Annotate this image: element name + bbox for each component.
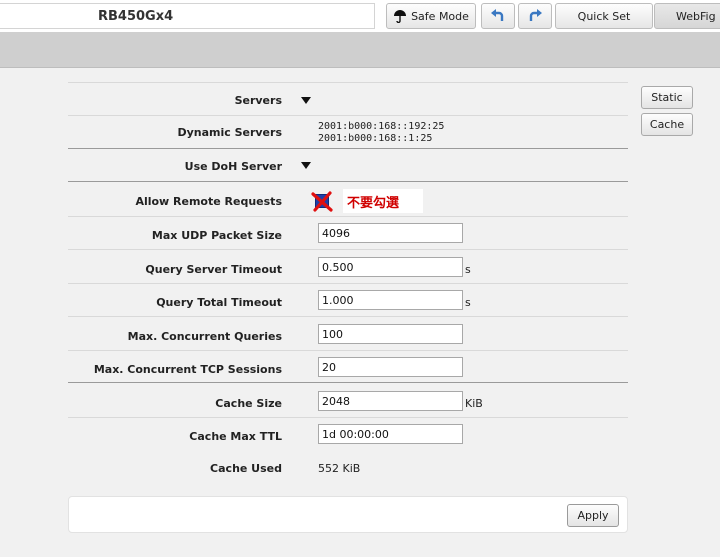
cache-used-row: Cache Used 552 KiB	[68, 450, 628, 484]
servers-label: Servers	[234, 94, 282, 107]
dynamic-servers-row: Dynamic Servers 2001:b000:168::192:25 20…	[68, 115, 628, 148]
query-total-timeout-input[interactable]	[318, 290, 463, 310]
max-concurrent-tcp-sessions-input[interactable]	[318, 357, 463, 377]
cache-size-input[interactable]	[318, 391, 463, 411]
cache-max-ttl-input[interactable]	[318, 424, 463, 444]
allow-remote-requests-label: Allow Remote Requests	[135, 195, 282, 208]
dynamic-servers-label: Dynamic Servers	[177, 126, 282, 139]
cache-size-label: Cache Size	[215, 397, 282, 410]
redo-icon	[527, 8, 543, 24]
cache-max-ttl-row: Cache Max TTL	[68, 417, 628, 450]
expand-triangle-icon[interactable]	[301, 97, 311, 104]
cache-used-value: 552 KiB	[318, 462, 361, 475]
undo-button[interactable]	[481, 3, 515, 29]
static-button[interactable]: Static	[641, 86, 693, 109]
max-udp-packet-size-row: Max UDP Packet Size	[68, 216, 628, 249]
dynamic-server-item: 2001:b000:168::1:25	[318, 133, 433, 144]
max-concurrent-queries-label: Max. Concurrent Queries	[127, 330, 282, 343]
expand-triangle-icon[interactable]	[301, 162, 311, 169]
query-server-timeout-label: Query Server Timeout	[145, 263, 282, 276]
use-doh-server-label: Use DoH Server	[184, 160, 282, 173]
toolbar-area	[0, 32, 720, 68]
use-doh-server-row: Use DoH Server	[68, 148, 628, 181]
query-server-timeout-input[interactable]	[318, 257, 463, 277]
max-concurrent-tcp-sessions-row: Max. Concurrent TCP Sessions	[68, 350, 628, 382]
webfig-button[interactable]: WebFig	[654, 3, 720, 29]
quick-set-button[interactable]: Quick Set	[555, 3, 653, 29]
device-name: RB450Gx4	[0, 3, 375, 29]
servers-row: Servers	[68, 82, 628, 115]
seconds-unit: s	[465, 263, 471, 276]
max-concurrent-queries-input[interactable]	[318, 324, 463, 344]
cache-used-label: Cache Used	[210, 462, 282, 475]
max-udp-packet-size-input[interactable]	[318, 223, 463, 243]
max-concurrent-tcp-sessions-label: Max. Concurrent TCP Sessions	[93, 363, 282, 376]
form-footer: Apply	[68, 496, 628, 533]
apply-button[interactable]: Apply	[567, 504, 619, 527]
safe-mode-button[interactable]: Safe Mode	[386, 3, 476, 29]
allow-remote-requests-row: Allow Remote Requests 不要勾選	[68, 181, 628, 216]
query-total-timeout-label: Query Total Timeout	[156, 296, 282, 309]
dynamic-server-item: 2001:b000:168::192:25	[318, 121, 445, 132]
cache-button[interactable]: Cache	[641, 113, 693, 136]
undo-icon	[490, 8, 506, 24]
max-concurrent-queries-row: Max. Concurrent Queries	[68, 316, 628, 350]
cache-max-ttl-label: Cache Max TTL	[189, 430, 282, 443]
dynamic-servers-list: 2001:b000:168::192:25 2001:b000:168::1:2…	[318, 121, 444, 145]
seconds-unit: s	[465, 296, 471, 309]
umbrella-icon	[393, 9, 407, 23]
query-total-timeout-row: Query Total Timeout s	[68, 283, 628, 316]
max-udp-packet-size-label: Max UDP Packet Size	[151, 229, 282, 242]
annotation-note: 不要勾選	[343, 189, 423, 213]
kib-unit: KiB	[465, 397, 483, 410]
safe-mode-label: Safe Mode	[411, 9, 469, 23]
cache-size-row: Cache Size KiB	[68, 382, 628, 417]
query-server-timeout-row: Query Server Timeout s	[68, 249, 628, 283]
top-bar: RB450Gx4 Safe Mode Quick Set WebFig	[0, 0, 720, 32]
redo-button[interactable]	[518, 3, 552, 29]
red-cross-mark-icon	[310, 191, 334, 216]
